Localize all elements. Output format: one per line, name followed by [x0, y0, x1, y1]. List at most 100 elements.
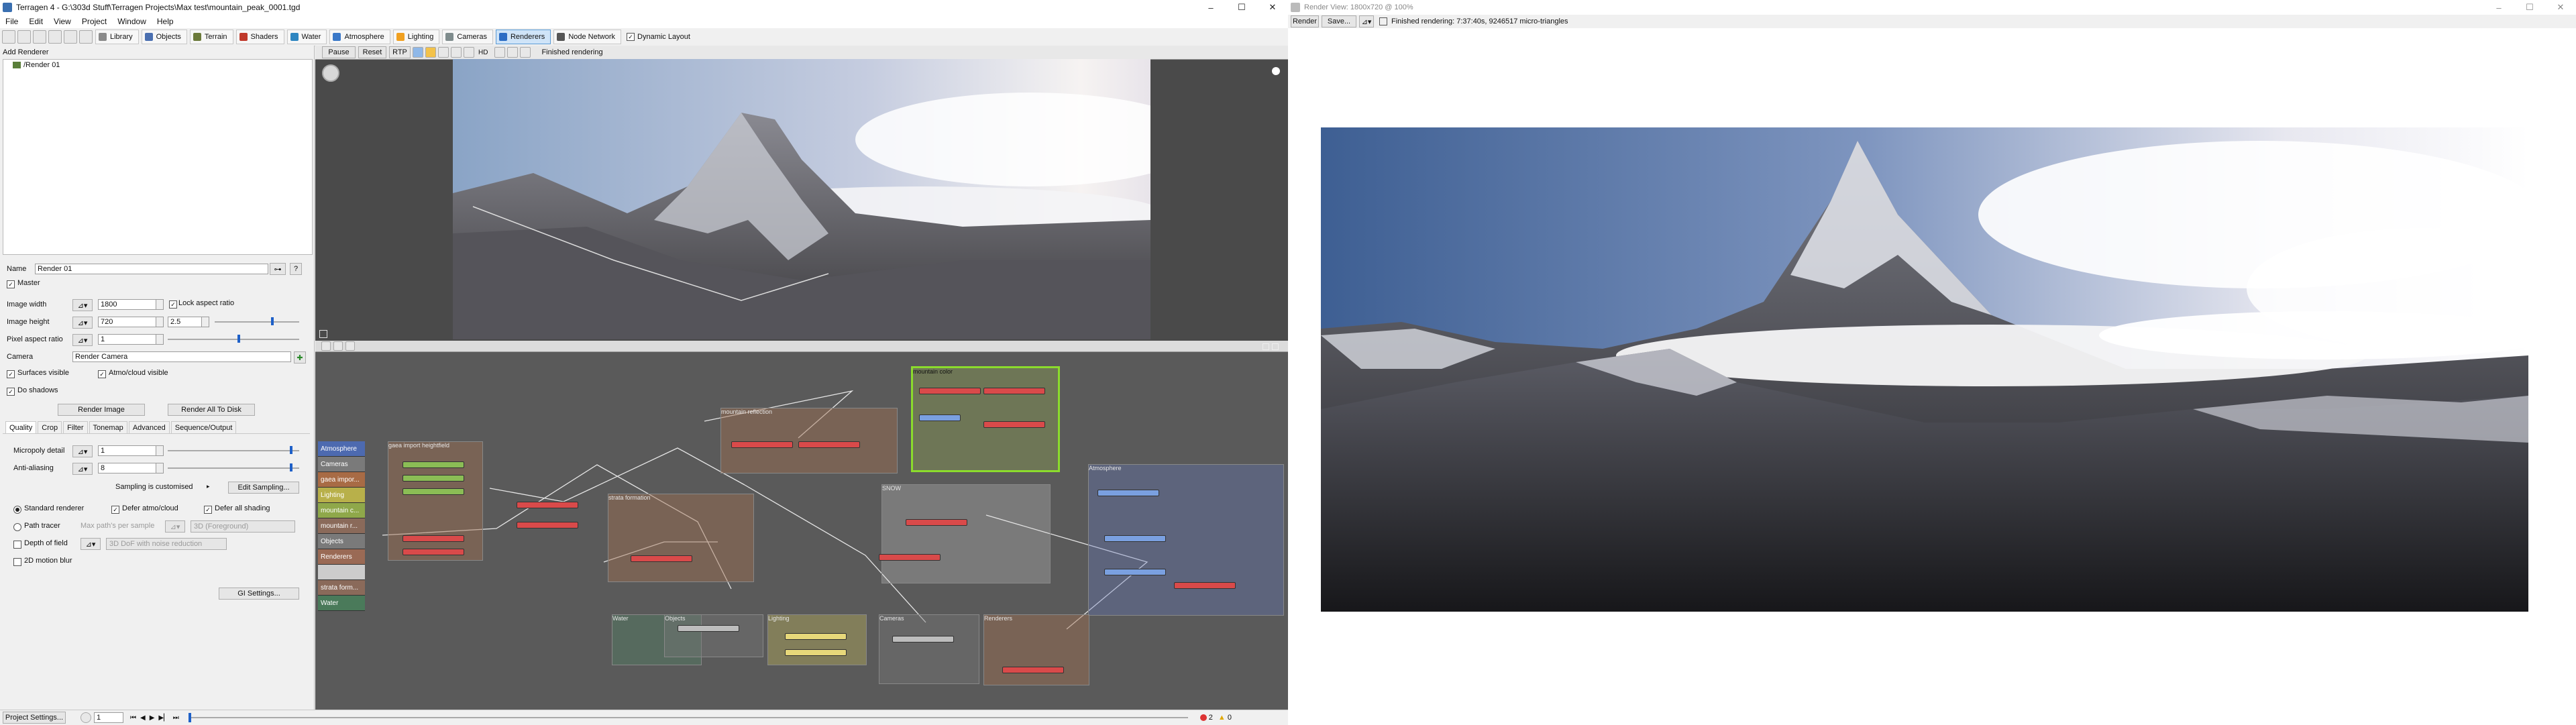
lock-aspect-checkbox[interactable]: ✓: [169, 300, 177, 309]
terrain-view-icon[interactable]: [438, 47, 449, 58]
rtp-button[interactable]: RTP: [389, 46, 411, 58]
sun-icon[interactable]: [425, 47, 436, 58]
name-field[interactable]: Render 01: [35, 264, 268, 274]
micropoly-options[interactable]: ⊿▾: [72, 445, 93, 457]
render-view-minimize-button[interactable]: –: [2483, 0, 2514, 15]
menu-window[interactable]: Window: [112, 15, 152, 28]
node-atmo-cloud-2[interactable]: [1104, 569, 1166, 575]
pixel-aspect-slider-thumb[interactable]: [237, 335, 240, 343]
node-panel-close-icon[interactable]: [1272, 343, 1279, 350]
dof-options[interactable]: ⊿▾: [80, 538, 101, 550]
node-atmo-planet[interactable]: [1097, 490, 1159, 496]
layout-icon[interactable]: [79, 30, 93, 44]
open-file-icon[interactable]: [17, 30, 31, 44]
minimize-button[interactable]: –: [1195, 0, 1226, 15]
node-renderer-01[interactable]: [1002, 667, 1064, 673]
anti-aliasing-slider-thumb[interactable]: [290, 463, 292, 471]
node-lighting-sun[interactable]: [785, 633, 847, 640]
pixel-aspect-field[interactable]: 1: [98, 334, 157, 345]
micropoly-slider-track[interactable]: [168, 450, 299, 451]
node-snow-merge[interactable]: [879, 554, 941, 561]
undo-icon[interactable]: [48, 30, 62, 44]
group-mountain-reflection[interactable]: mountain reflection: [720, 408, 898, 473]
node-lighting-enviro[interactable]: [785, 649, 847, 656]
tab-crop[interactable]: Crop: [38, 421, 62, 434]
render-view-close-button[interactable]: ✕: [2545, 0, 2576, 15]
pause-button[interactable]: Pause: [322, 46, 356, 58]
save-button[interactable]: Save...: [1322, 15, 1356, 27]
menu-project[interactable]: Project: [76, 15, 112, 28]
timeline-track[interactable]: [188, 713, 1188, 722]
image-height-field[interactable]: 720: [98, 317, 157, 327]
project-settings-button[interactable]: Project Settings...: [3, 712, 66, 724]
pixel-aspect-spinner[interactable]: [156, 334, 164, 345]
toolbar-water[interactable]: Water: [286, 30, 327, 44]
micropoly-field[interactable]: 1: [98, 445, 157, 456]
pixel-aspect-options[interactable]: ⊿▾: [72, 334, 93, 346]
next-frame-icon[interactable]: ▶▏: [158, 714, 168, 722]
anti-aliasing-spinner[interactable]: [156, 463, 164, 473]
node-color-blue-1[interactable]: [919, 414, 961, 421]
surfaces-visible-checkbox[interactable]: ✓: [7, 370, 15, 378]
3d-preview-viewport[interactable]: Pause Reset RTP HD Finished rendering: [315, 46, 1288, 341]
renderer-list-item[interactable]: /Render 01: [3, 60, 312, 70]
name-options-button[interactable]: ⊶: [270, 263, 286, 275]
motion-blur-checkbox[interactable]: [13, 558, 21, 566]
node-color-3[interactable]: [983, 421, 1045, 428]
node-color-1[interactable]: [919, 388, 981, 394]
tab-filter[interactable]: Filter: [63, 421, 88, 434]
node-strata-merge[interactable]: [631, 555, 692, 562]
toolbar-atmosphere[interactable]: Atmosphere: [329, 30, 390, 44]
maximize-button[interactable]: ☐: [1226, 0, 1257, 15]
anti-aliasing-slider-track[interactable]: [168, 467, 299, 469]
dynamic-layout-toggle[interactable]: ✓ Dynamic Layout: [624, 30, 696, 44]
image-height-options[interactable]: ⊿▾: [72, 317, 93, 329]
sun-position-icon[interactable]: [1272, 67, 1280, 75]
play-icon[interactable]: ▶: [150, 714, 155, 722]
group-gaea-import[interactable]: gaea import heightfield: [388, 441, 483, 561]
frame-field[interactable]: 1: [94, 712, 123, 723]
image-height-spinner[interactable]: [156, 317, 164, 327]
tab-quality[interactable]: Quality: [5, 421, 37, 434]
group-strata-formation[interactable]: strata formation: [608, 494, 754, 582]
cloud-icon[interactable]: [451, 47, 462, 58]
render-all-to-disk-button[interactable]: Render All To Disk: [168, 404, 255, 416]
dynamic-layout-checkbox[interactable]: ✓: [627, 33, 635, 41]
error-icon[interactable]: [1199, 714, 1207, 721]
node-reflection-shader[interactable]: [731, 441, 793, 448]
do-shadows-checkbox[interactable]: ✓: [7, 388, 15, 396]
toolbar-objects[interactable]: Objects: [141, 30, 187, 44]
group-renderers[interactable]: Renderers: [983, 614, 1089, 685]
camera-icon[interactable]: [413, 47, 423, 58]
node-gaea-heightfield[interactable]: [402, 461, 464, 468]
timeline-thumb[interactable]: [188, 713, 191, 722]
toolbar-library[interactable]: Library: [95, 30, 139, 44]
anti-aliasing-options[interactable]: ⊿▾: [72, 463, 93, 475]
node-gaea-displace[interactable]: [402, 488, 464, 495]
node-objects-population[interactable]: [678, 625, 739, 632]
node-gaea-compute[interactable]: [402, 535, 464, 542]
clock-icon[interactable]: [80, 712, 91, 723]
toolbar-shaders[interactable]: Shaders: [235, 30, 284, 44]
grid-icon[interactable]: [464, 47, 474, 58]
micropoly-spinner[interactable]: [156, 445, 164, 456]
first-frame-icon[interactable]: ⏮: [130, 714, 136, 722]
add-renderer-button[interactable]: Add Renderer: [3, 47, 63, 58]
menu-view[interactable]: View: [48, 15, 76, 28]
menu-edit[interactable]: Edit: [23, 15, 48, 28]
menu-file[interactable]: File: [0, 15, 23, 28]
render-image-button[interactable]: Render Image: [58, 404, 145, 416]
render-button[interactable]: Render: [1291, 15, 1319, 27]
aspect-slider-thumb[interactable]: [271, 317, 274, 325]
node-strata-warp[interactable]: [517, 522, 578, 528]
rotate-icon[interactable]: [520, 47, 531, 58]
viewport-corner-icon[interactable]: [319, 330, 327, 338]
image-width-options[interactable]: ⊿▾: [72, 299, 93, 311]
move-icon[interactable]: [494, 47, 506, 58]
defer-shading-checkbox[interactable]: ✓: [204, 506, 212, 514]
node-snow-shader[interactable]: [906, 519, 967, 526]
pan-icon[interactable]: [507, 47, 519, 58]
tab-sequence-output[interactable]: Sequence/Output: [170, 421, 237, 434]
node-color-2[interactable]: [983, 388, 1045, 394]
prev-frame-icon[interactable]: ◀: [140, 714, 146, 722]
